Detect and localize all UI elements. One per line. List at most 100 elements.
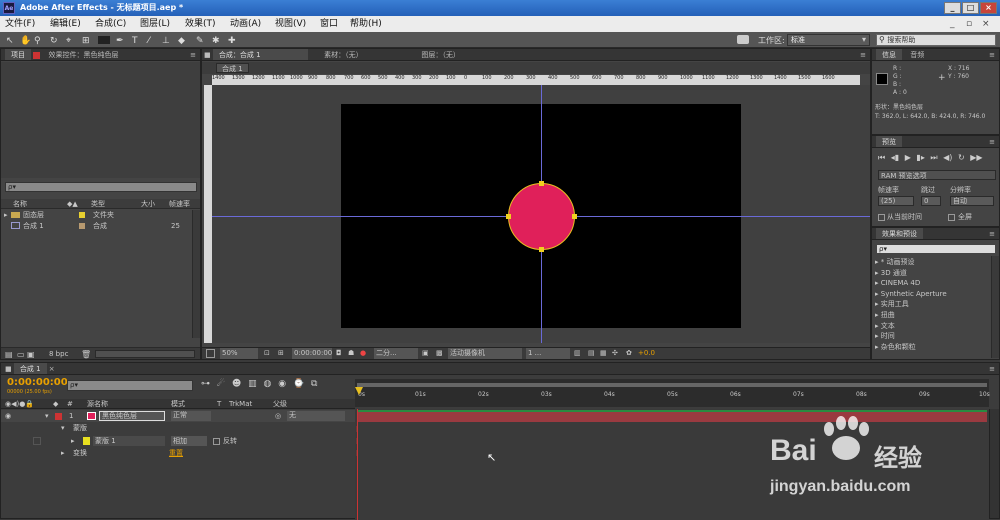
tab-footage[interactable]: 素材：（无）	[318, 49, 403, 60]
current-time[interactable]: 0:00:00:00	[7, 377, 68, 388]
effect-category[interactable]: ▸ * 动画预设	[875, 257, 993, 268]
menu-animation[interactable]: 动画(A)	[230, 16, 261, 32]
mask-vertex-bottom[interactable]	[539, 247, 544, 252]
menu-help[interactable]: 帮助(H)	[350, 16, 382, 32]
fit-icon[interactable]: ⊡	[264, 348, 270, 359]
visibility-icon[interactable]: ◉	[5, 410, 11, 422]
mask-vertex-right[interactable]	[572, 214, 577, 219]
source-name-header[interactable]: 源名称	[87, 399, 108, 409]
tab-composition[interactable]: 合成：合成 1	[212, 49, 308, 60]
last-frame-icon[interactable]: ⏭	[930, 153, 937, 162]
menu-composition[interactable]: 合成(C)	[95, 16, 126, 32]
project-scrollbar[interactable]	[192, 210, 200, 338]
timeline-icon[interactable]: ▦	[600, 348, 607, 359]
tool-icons[interactable]: ↖ ✋ ⚲ ↻ ⌖ ⊞ ✒ T ⁄ ⊥ ◆ ✎ ✱ ✚	[6, 34, 246, 46]
views-select[interactable]: 1 ...	[526, 348, 570, 359]
effect-category[interactable]: ▸ 杂色和颗粒	[875, 342, 993, 353]
lock-icon[interactable]: ■	[204, 51, 211, 59]
panel-menu-icon[interactable]: ≡	[989, 228, 995, 240]
fullscreen-checkbox[interactable]	[948, 214, 955, 221]
brainstorm-icon[interactable]: ⌚	[293, 379, 304, 389]
mask-name[interactable]: 蒙版 1	[93, 436, 165, 446]
comp-lock-icon[interactable]: ■	[5, 365, 12, 373]
timeline-search-input[interactable]: ρ▾	[67, 380, 193, 391]
expand-arrow-icon[interactable]: ▸	[4, 210, 8, 220]
effect-category[interactable]: ▸ 实用工具	[875, 299, 993, 310]
new-comp-icon[interactable]: ▣	[27, 350, 35, 359]
zoom-select[interactable]: 50%	[220, 348, 258, 359]
panel-menu-icon[interactable]: ≡	[860, 49, 866, 61]
live-update-icon[interactable]: ⧉	[311, 379, 317, 389]
horizontal-scrollbar[interactable]	[95, 350, 195, 358]
ram-preview-option[interactable]: RAM 预览选项	[878, 170, 996, 180]
effect-category[interactable]: ▸ 3D 通道	[875, 268, 993, 279]
column-fps[interactable]: 帧速率	[169, 199, 190, 209]
next-frame-icon[interactable]: ▮▸	[916, 153, 924, 162]
safe-zones-icon[interactable]: ⊞	[278, 348, 284, 359]
loop-icon[interactable]: ↻	[958, 153, 965, 162]
mask-vertex-left[interactable]	[506, 214, 511, 219]
interpret-footage-icon[interactable]: ▤	[5, 350, 13, 359]
trash-icon[interactable]: 🗑	[81, 350, 91, 359]
panel-menu-icon[interactable]: ≡	[989, 363, 995, 375]
effects-scrollbar[interactable]	[991, 256, 999, 358]
panel-menu-icon[interactable]: ≡	[989, 136, 995, 148]
play-icon[interactable]: ▶	[905, 153, 911, 162]
menu-effect[interactable]: 效果(T)	[185, 16, 216, 32]
menu-file[interactable]: 文件(F)	[5, 16, 35, 32]
workspace-dropdown-icon[interactable]: ▾	[862, 35, 866, 44]
invert-checkbox[interactable]	[213, 438, 220, 445]
tab-timeline-comp[interactable]: 合成 1	[13, 363, 47, 374]
workspace-icon[interactable]	[737, 35, 749, 44]
window-restore-inner[interactable]: ▫	[966, 16, 972, 32]
viewer-area[interactable]	[212, 85, 870, 343]
always-preview-icon[interactable]	[206, 349, 215, 358]
workspace-select[interactable]: 标准	[787, 34, 870, 46]
effect-category[interactable]: ▸ 时间	[875, 331, 993, 342]
prev-frame-icon[interactable]: ◂▮	[891, 153, 899, 162]
column-name[interactable]: 名称	[13, 199, 27, 209]
window-close-inner[interactable]: ×	[982, 16, 990, 32]
project-item-folder[interactable]: ▸ 固态层 文件夹	[1, 210, 200, 220]
help-search-box[interactable]: ⚲ 搜索帮助	[876, 34, 996, 46]
tab-effect-controls[interactable]: 效果控件：黑色纯色层	[42, 49, 124, 60]
effect-category[interactable]: ▸ CINEMA 4D	[875, 278, 993, 289]
resolution-select[interactable]: 自动	[950, 196, 994, 206]
tab-layer[interactable]: 图层：（无）	[415, 49, 466, 60]
toggle-pixel-icon[interactable]: ▥	[574, 348, 581, 359]
maximize-button[interactable]: □	[962, 2, 979, 14]
project-item-comp[interactable]: 合成 1 合成 25	[1, 221, 200, 231]
work-area-bar[interactable]	[357, 383, 987, 387]
tab-audio[interactable]: 音频	[904, 49, 930, 60]
close-tab-icon[interactable]: ×	[49, 365, 55, 373]
tab-info[interactable]: 信息	[876, 49, 902, 60]
mask-mode-select[interactable]: 相加	[171, 436, 207, 446]
parent-icon[interactable]: ◎	[275, 410, 281, 422]
trkmat-header[interactable]: TrkMat	[229, 399, 252, 409]
project-search-input[interactable]: ρ▾	[5, 182, 197, 192]
panel-menu-icon[interactable]: ≡	[989, 49, 995, 61]
parent-select[interactable]: 无	[287, 411, 345, 421]
layer-row[interactable]: ◉ ▾ 1 黑色纯色层 正常 ◎ 无	[1, 410, 355, 422]
graph-editor-icon[interactable]: ◉	[278, 379, 286, 389]
shy-icon[interactable]: ☻	[232, 379, 241, 389]
timecode-display[interactable]: 0:00:00:00	[292, 348, 332, 359]
layer-label-chip[interactable]	[55, 413, 62, 420]
effects-search-input[interactable]: ρ▾	[876, 244, 996, 254]
tab-effects-presets[interactable]: 效果和预设	[876, 228, 923, 239]
fps-select[interactable]: (25)	[878, 196, 914, 206]
comp-mini-flowchart-icon[interactable]: ⊶	[201, 379, 210, 389]
effect-category[interactable]: ▸ Synthetic Aperture	[875, 289, 993, 300]
motion-blur-icon[interactable]: ◍	[263, 379, 271, 389]
frame-blending-icon[interactable]: ▥	[248, 379, 257, 389]
tab-project[interactable]: 项目	[5, 49, 31, 60]
mask-vertex-top[interactable]	[539, 181, 544, 186]
audio-icon[interactable]: ◀)	[943, 153, 952, 162]
menu-layer[interactable]: 图层(L)	[140, 16, 170, 32]
exposure-value[interactable]: +0.0	[638, 348, 655, 359]
layer-expand-icon[interactable]: ▾	[45, 410, 49, 422]
snapshot-icon[interactable]: ◘	[336, 348, 342, 359]
column-type[interactable]: 类型	[91, 199, 105, 209]
tab-preview[interactable]: 预览	[876, 136, 902, 147]
transparency-grid-icon[interactable]: ▩	[436, 348, 443, 359]
